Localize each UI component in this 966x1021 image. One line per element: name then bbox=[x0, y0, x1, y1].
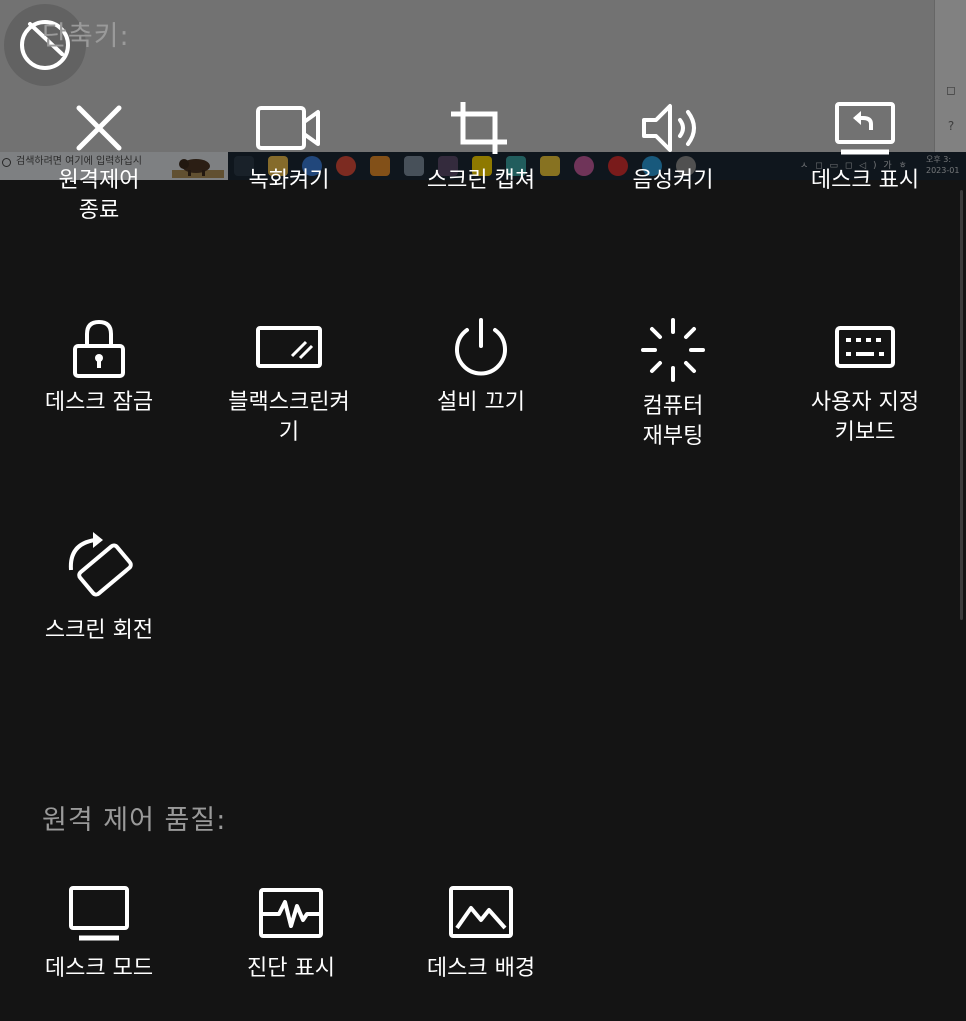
scrollbar[interactable] bbox=[960, 190, 963, 620]
shortcut-label: 스크린 회전 bbox=[44, 618, 154, 643]
shortcut-reboot[interactable]: 컴퓨터 재부팅 bbox=[578, 318, 768, 452]
shortcut-lock-desktop[interactable]: 데스크 잠금 bbox=[4, 318, 194, 418]
reboot-spinner-icon bbox=[641, 318, 705, 382]
shortcut-label: 컴퓨터 재부팅 bbox=[642, 394, 704, 449]
shortcut-black-screen[interactable]: 블랙스크린켜 기 bbox=[194, 318, 384, 448]
shortcut-voice[interactable]: 음성켜기 bbox=[578, 100, 768, 196]
quality-label: 데스크 배경 bbox=[426, 956, 536, 981]
quality-desktop-mode[interactable]: 데스크 모드 bbox=[4, 884, 194, 984]
monitor-icon bbox=[69, 886, 129, 941]
shortcut-label: 데스크 표시 bbox=[810, 168, 920, 193]
rotate-screen-icon bbox=[68, 532, 133, 597]
quality-section-title: 원격 제어 품질: bbox=[42, 805, 227, 836]
video-camera-icon bbox=[256, 106, 320, 150]
quality-label: 데스크 모드 bbox=[44, 956, 154, 981]
shortcut-show-desktop[interactable]: 데스크 표시 bbox=[770, 100, 960, 196]
shortcut-rotate-screen[interactable]: 스크린 회전 bbox=[4, 530, 194, 646]
shortcut-label: 원격제어 종료 bbox=[58, 168, 140, 223]
show-desktop-icon bbox=[835, 102, 895, 155]
shortcut-label: 사용자 지정 키보드 bbox=[810, 390, 920, 445]
shortcut-end-remote[interactable]: 원격제어 종료 bbox=[4, 100, 194, 226]
shortcut-record[interactable]: 녹화켜기 bbox=[194, 100, 384, 196]
quality-label: 진단 표시 bbox=[247, 956, 335, 981]
shortcut-label: 스크린 캡쳐 bbox=[426, 168, 536, 193]
black-screen-icon bbox=[256, 326, 322, 368]
shortcuts-section-title: 단축키: bbox=[42, 21, 130, 52]
shortcut-label: 설비 끄기 bbox=[437, 390, 525, 415]
lock-icon bbox=[73, 319, 125, 378]
crop-icon bbox=[451, 102, 507, 154]
shortcut-label: 데스크 잠금 bbox=[44, 390, 154, 415]
power-icon bbox=[455, 318, 507, 376]
quality-desktop-background[interactable]: 데스크 배경 bbox=[386, 884, 576, 984]
wallpaper-icon bbox=[449, 886, 513, 938]
shortcut-power-off[interactable]: 설비 끄기 bbox=[386, 318, 576, 418]
diagnostics-icon bbox=[259, 888, 323, 938]
quality-diagnostics[interactable]: 진단 표시 bbox=[196, 884, 386, 984]
shortcut-custom-keyboard[interactable]: 사용자 지정 키보드 bbox=[770, 318, 960, 448]
shortcut-label: 블랙스크린켜 기 bbox=[228, 390, 350, 445]
shortcut-screen-capture[interactable]: 스크린 캡쳐 bbox=[386, 100, 576, 196]
keyboard-icon bbox=[835, 326, 895, 368]
shortcut-label: 음성켜기 bbox=[632, 168, 714, 193]
speaker-icon bbox=[642, 104, 696, 152]
shortcut-label: 녹화켜기 bbox=[248, 168, 330, 193]
close-icon bbox=[76, 105, 122, 151]
